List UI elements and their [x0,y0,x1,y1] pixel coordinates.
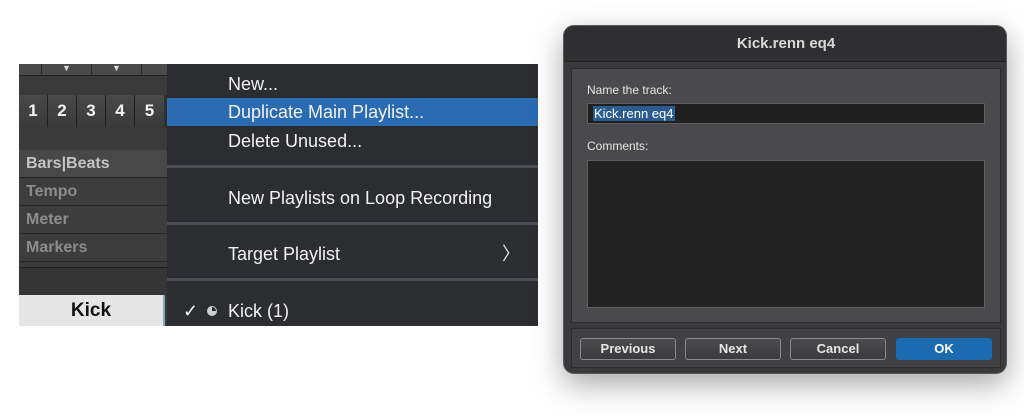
previous-button[interactable]: Previous [580,338,676,360]
menu-item-label: Target Playlist [228,244,341,264]
arrow-cell-blank [19,64,42,76]
ruler-markers[interactable]: Markers [19,234,167,262]
menu-separator [167,278,538,281]
menu-item-label: Kick (1) [228,301,290,321]
zoom-arrow-row: ▼ ▼ [19,64,167,76]
menu-item-duplicate-main-playlist[interactable]: Duplicate Main Playlist... [167,98,538,126]
name-track-dialog: Kick.renn eq4 Name the track: Kick.renn … [563,25,1007,374]
zoom-preset-2-button[interactable]: 2 [48,95,77,127]
playlist-menu: New... Duplicate Main Playlist... Delete… [167,64,538,326]
menu-item-playlist-kick-1[interactable]: ✓ Kick (1) [167,297,538,325]
menu-item-delete-unused[interactable]: Delete Unused... [167,127,538,155]
selected-text: Kick.renn eq4 [593,106,675,121]
ruler-meter[interactable]: Meter [19,206,167,234]
menu-separator [167,165,538,168]
name-field-label: Name the track: [587,83,672,97]
ruler-tempo[interactable]: Tempo [19,178,167,206]
zoom-arrow-down-icon[interactable]: ▼ [92,64,142,76]
checkmark-icon: ✓ [183,301,199,321]
dialog-title: Kick.renn eq4 [564,26,1006,62]
ruler-list: Bars|Beats Tempo Meter Markers [19,150,167,262]
zoom-preset-3-button[interactable]: 3 [77,95,106,127]
edit-window-crop: ▼ ▼ 1 2 3 4 5 Bars|Beats Tempo Meter Mar… [19,64,538,326]
arrow-cell-blank [142,64,167,76]
dialog-body: Name the track: Kick.renn eq4 Comments: [571,68,1001,323]
menu-separator [167,222,538,225]
zoom-arrow-down-icon[interactable]: ▼ [42,64,92,76]
cancel-button[interactable]: Cancel [790,338,886,360]
track-name-input[interactable]: Kick.renn eq4 [587,103,985,124]
track-strip: ▼ ▼ 1 2 3 4 5 Bars|Beats Tempo Meter Mar… [19,64,167,326]
strip-spacer [19,267,167,295]
zoom-preset-1-button[interactable]: 1 [19,95,48,127]
track-name-button[interactable]: Kick [19,295,165,326]
playlist-status-icon [207,306,217,316]
zoom-preset-4-button[interactable]: 4 [106,95,135,127]
menu-item-new-playlists-on-loop-recording[interactable]: New Playlists on Loop Recording [167,184,538,212]
menu-item-target-playlist[interactable]: Target Playlist 〉 [167,240,538,268]
ok-button[interactable]: OK [896,338,992,360]
menu-item-new[interactable]: New... [167,70,538,98]
ruler-bars-beats[interactable]: Bars|Beats [19,150,167,178]
zoom-preset-buttons: 1 2 3 4 5 [19,95,167,127]
zoom-preset-5-button[interactable]: 5 [135,95,164,127]
next-button[interactable]: Next [685,338,781,360]
chevron-right-icon: 〉 [502,244,520,264]
comments-field-label: Comments: [587,139,649,153]
dialog-footer: Previous Next Cancel OK [571,328,1001,368]
comments-textarea[interactable] [587,160,985,308]
